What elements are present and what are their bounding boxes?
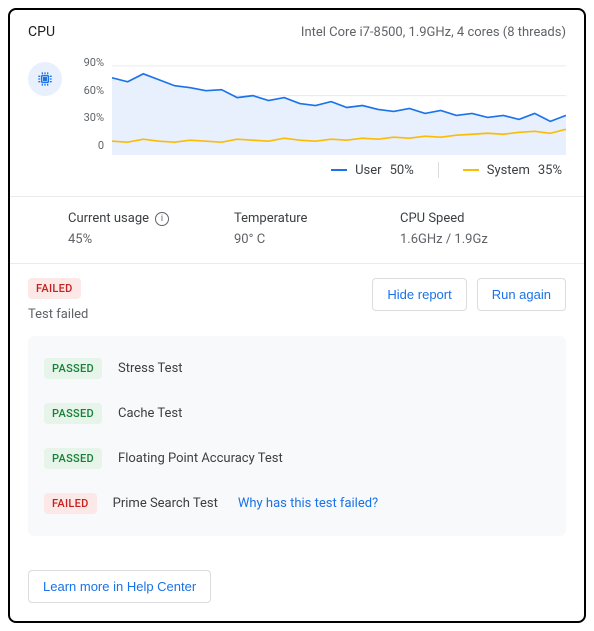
chart-section: 90% 60% 30% 0 User 50% System 35% (10, 44, 584, 186)
legend-user-value: 50% (390, 163, 414, 178)
header: CPU Intel Core i7-8500, 1.9GHz, 4 cores … (10, 10, 584, 44)
info-icon[interactable]: i (155, 212, 169, 226)
legend-system-label: System (487, 163, 530, 178)
ytick: 30% (78, 111, 104, 124)
ytick: 0 (78, 139, 104, 152)
legend-user: User 50% (331, 163, 414, 178)
overall-status-text: Test failed (28, 307, 88, 322)
hide-report-button[interactable]: Hide report (372, 278, 466, 311)
cpu-speed-stat: CPU Speed 1.6GHz / 1.9Gz (400, 211, 566, 247)
test-status-badge: PASSED (44, 448, 102, 469)
ytick: 60% (78, 84, 104, 97)
legend-user-label: User (355, 163, 381, 178)
cpu-model: Intel Core i7-8500, 1.9GHz, 4 cores (8 t… (301, 25, 566, 40)
test-status-badge: PASSED (44, 403, 102, 424)
stats-row: Current usage i 45% Temperature 90° C CP… (10, 196, 584, 263)
legend-user-swatch (331, 169, 347, 171)
test-row: PASSED Cache Test (44, 391, 550, 436)
tests-list: PASSED Stress Test PASSED Cache Test PASSED F… (28, 336, 566, 536)
test-row: PASSED Stress Test (44, 346, 550, 391)
test-name: Stress Test (118, 361, 183, 376)
run-again-button[interactable]: Run again (477, 278, 566, 311)
chart-plot (112, 56, 566, 155)
test-row: FAILED Prime Search Test Why has this test… (44, 481, 550, 526)
temperature-value: 90° C (234, 232, 400, 247)
test-help-link[interactable]: Why has this test failed? (238, 496, 378, 511)
chart-legend: User 50% System 35% (78, 162, 566, 178)
temperature-stat: Temperature 90° C (234, 211, 400, 247)
page-title: CPU (28, 24, 55, 40)
legend-system: System 35% (463, 163, 562, 178)
cpu-card: CPU Intel Core i7-8500, 1.9GHz, 4 cores … (8, 8, 586, 623)
current-usage-label: Current usage (68, 211, 149, 226)
current-usage-value: 45% (68, 232, 234, 247)
test-row: PASSED Floating Point Accuracy Test (44, 436, 550, 481)
cpu-speed-label: CPU Speed (400, 211, 566, 226)
overall-status-badge: FAILED (28, 278, 81, 299)
test-name: Prime Search Test (113, 496, 218, 511)
test-name: Floating Point Accuracy Test (118, 451, 283, 466)
help-center-link[interactable]: Learn more in Help Center (28, 570, 211, 603)
ytick: 90% (78, 56, 104, 69)
temperature-label: Temperature (234, 211, 400, 226)
usage-chart: 90% 60% 30% 0 (78, 56, 566, 152)
legend-system-swatch (463, 169, 479, 171)
cpu-speed-value: 1.6GHz / 1.9Gz (400, 232, 566, 247)
legend-system-value: 35% (538, 163, 562, 178)
test-name: Cache Test (118, 406, 182, 421)
test-section: FAILED Test failed Hide report Run again… (10, 263, 584, 554)
test-status-badge: PASSED (44, 358, 102, 379)
test-status-badge: FAILED (44, 493, 97, 514)
current-usage-stat: Current usage i 45% (68, 211, 234, 247)
legend-divider (438, 162, 439, 178)
cpu-icon (28, 62, 62, 96)
